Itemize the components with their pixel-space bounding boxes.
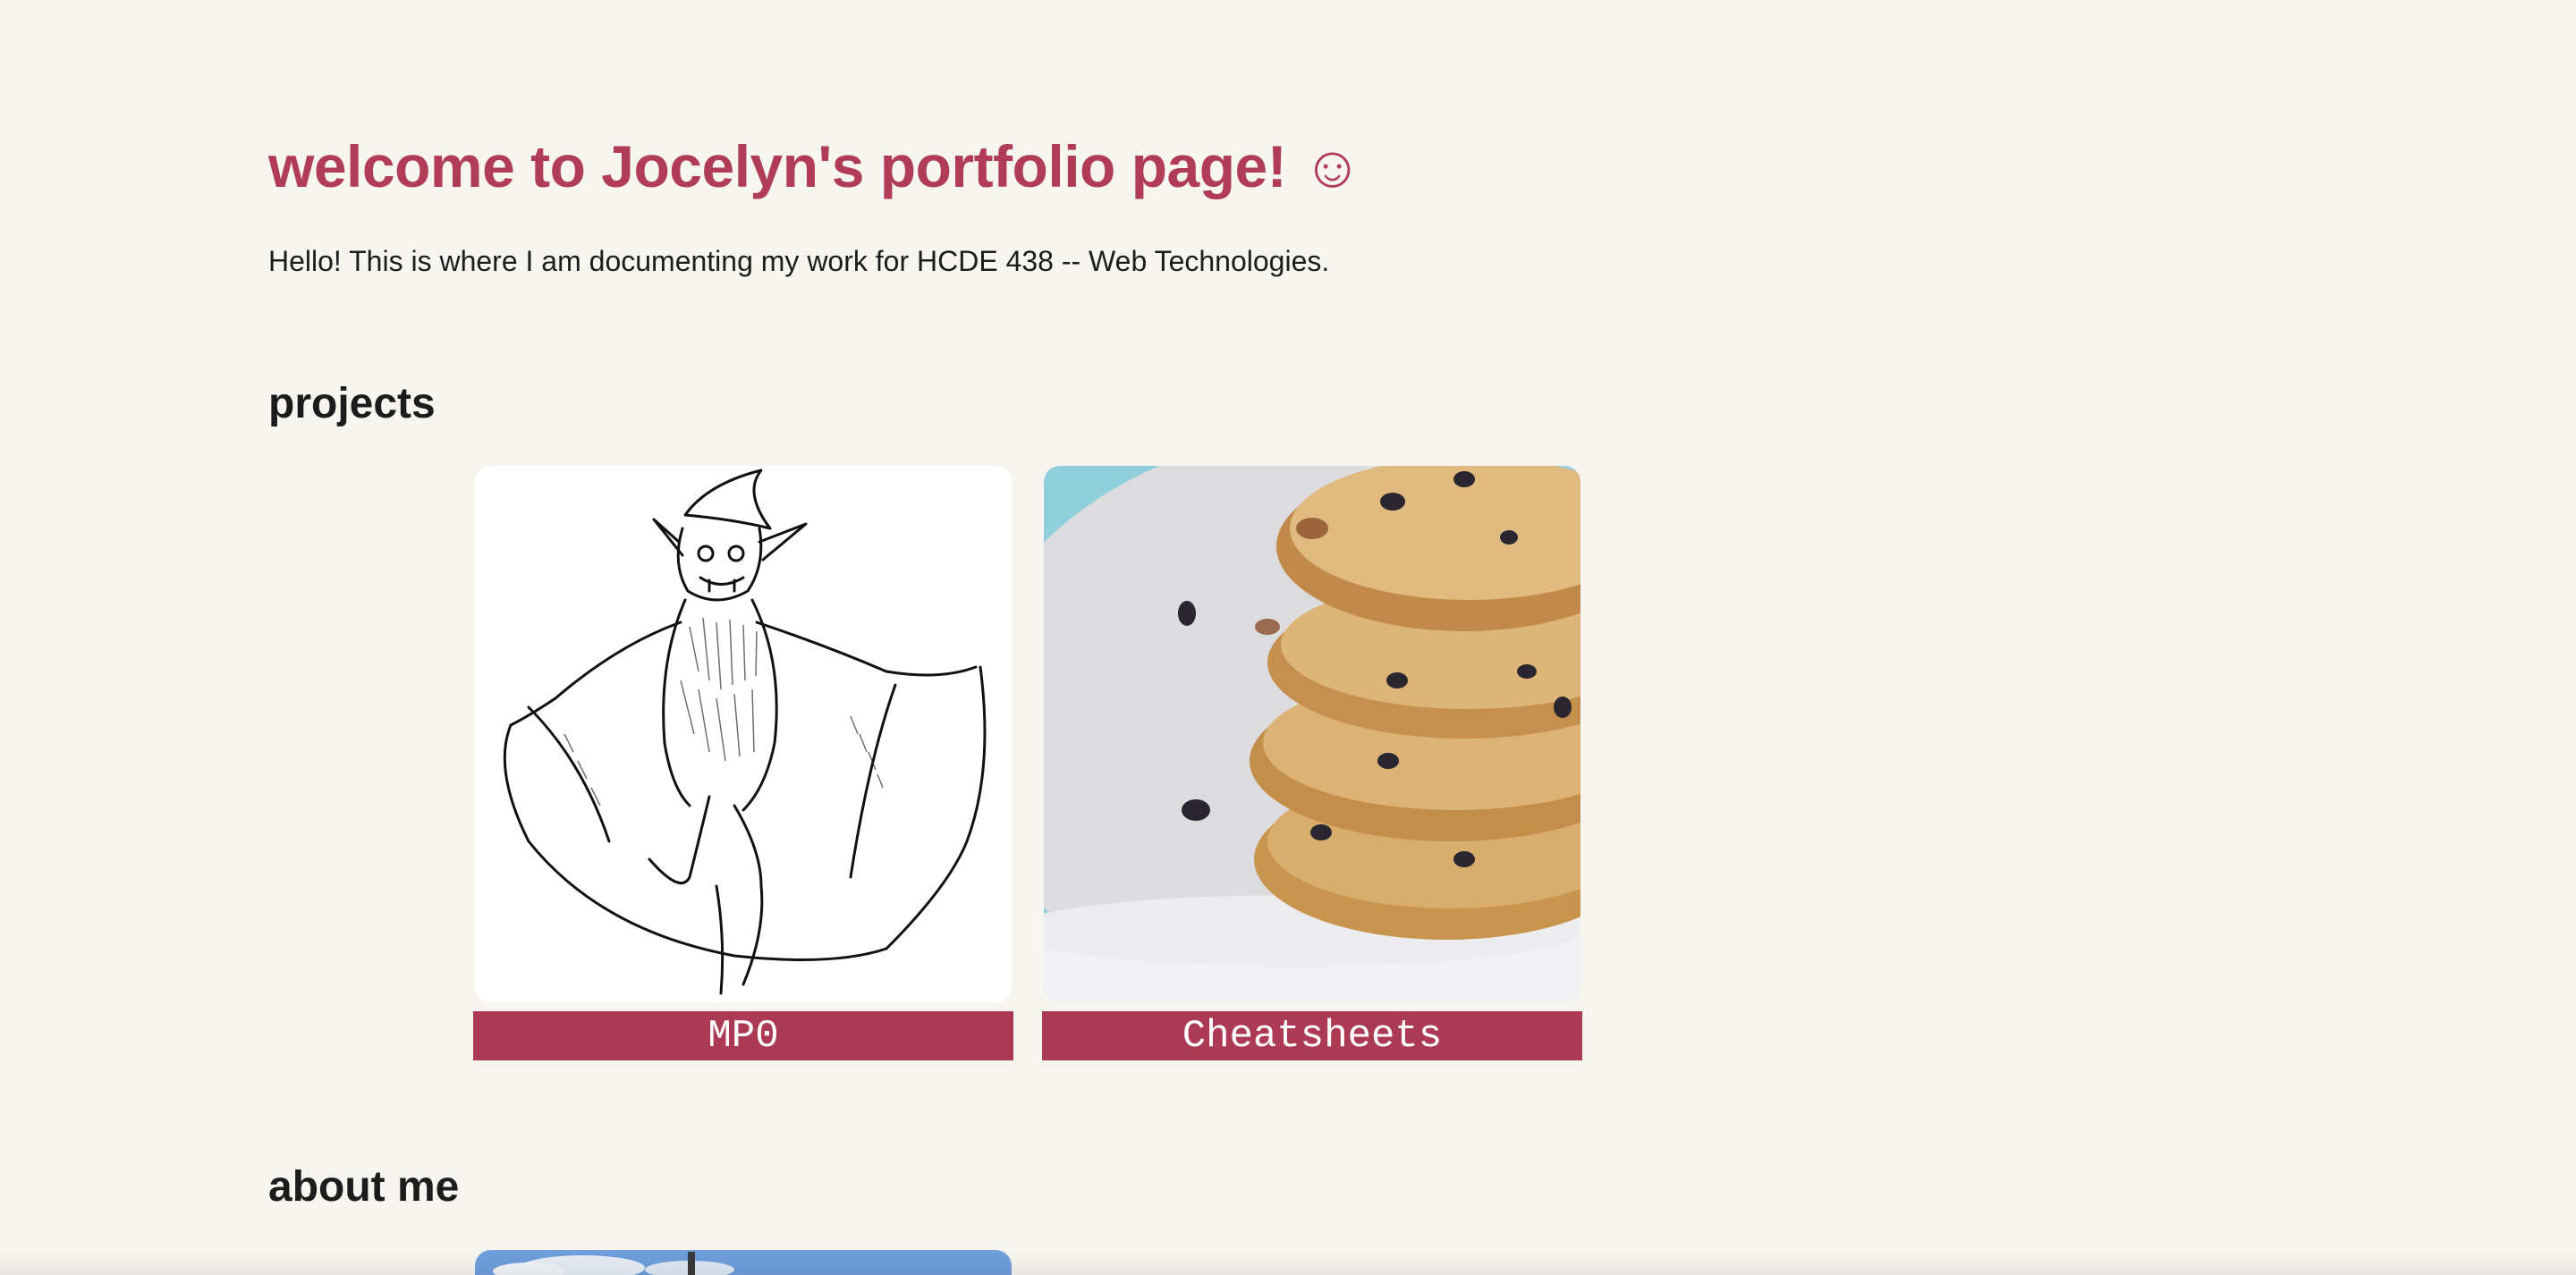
bottom-shadow (0, 1248, 2576, 1275)
project-link-cheatsheets[interactable]: Cheatsheets (1042, 1011, 1582, 1060)
goblin-illustration-image[interactable] (475, 466, 1012, 1002)
page-title: welcome to Jocelyn's portfolio page! ☺ (268, 133, 1362, 199)
project-link-mp0[interactable]: MP0 (473, 1011, 1013, 1060)
intro-text: Hello! This is where I am documenting my… (268, 245, 1330, 277)
project-card-cheatsheets[interactable]: Cheatsheets (1042, 466, 1582, 1060)
about-me-heading: about me (268, 1163, 460, 1211)
portfolio-page: welcome to Jocelyn's portfolio page! ☺ H… (0, 0, 2576, 1275)
cookies-photo-image[interactable] (1044, 466, 1580, 1002)
about-me-photo (475, 1250, 1012, 1275)
projects-heading: projects (268, 380, 436, 427)
project-card-mp0[interactable]: MP0 (473, 466, 1013, 1060)
